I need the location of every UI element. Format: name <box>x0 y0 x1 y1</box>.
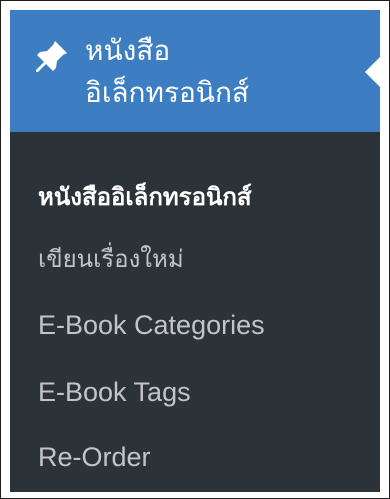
menu-label-line-1: หนังสือ <box>85 34 171 67</box>
admin-sidebar-menu: หนังสือ อิเล็กทรอนิกส์ หนังสืออิเล็กทรอน… <box>10 10 380 492</box>
admin-menu-frame: หนังสือ อิเล็กทรอนิกส์ หนังสืออิเล็กทรอน… <box>0 0 390 499</box>
submenu-item-all-ebooks[interactable]: หนังสืออิเล็กทรอนิกส์ <box>38 180 252 214</box>
menu-item-label: หนังสือ อิเล็กทรอนิกส์ <box>85 30 355 114</box>
submenu-item-add-new[interactable]: เขียนเรื่องใหม่ <box>38 242 184 276</box>
menu-label-line-2: อิเล็กทรอนิกส์ <box>85 76 249 109</box>
submenu-item-ebook-tags[interactable]: E-Book Tags <box>38 375 191 409</box>
current-menu-arrow <box>365 56 380 88</box>
submenu-item-re-order[interactable]: Re-Order <box>38 440 151 474</box>
pushpin-icon <box>36 41 67 72</box>
menu-item-ebooks[interactable]: หนังสือ อิเล็กทรอนิกส์ <box>10 10 380 132</box>
submenu-item-ebook-categories[interactable]: E-Book Categories <box>38 308 265 342</box>
